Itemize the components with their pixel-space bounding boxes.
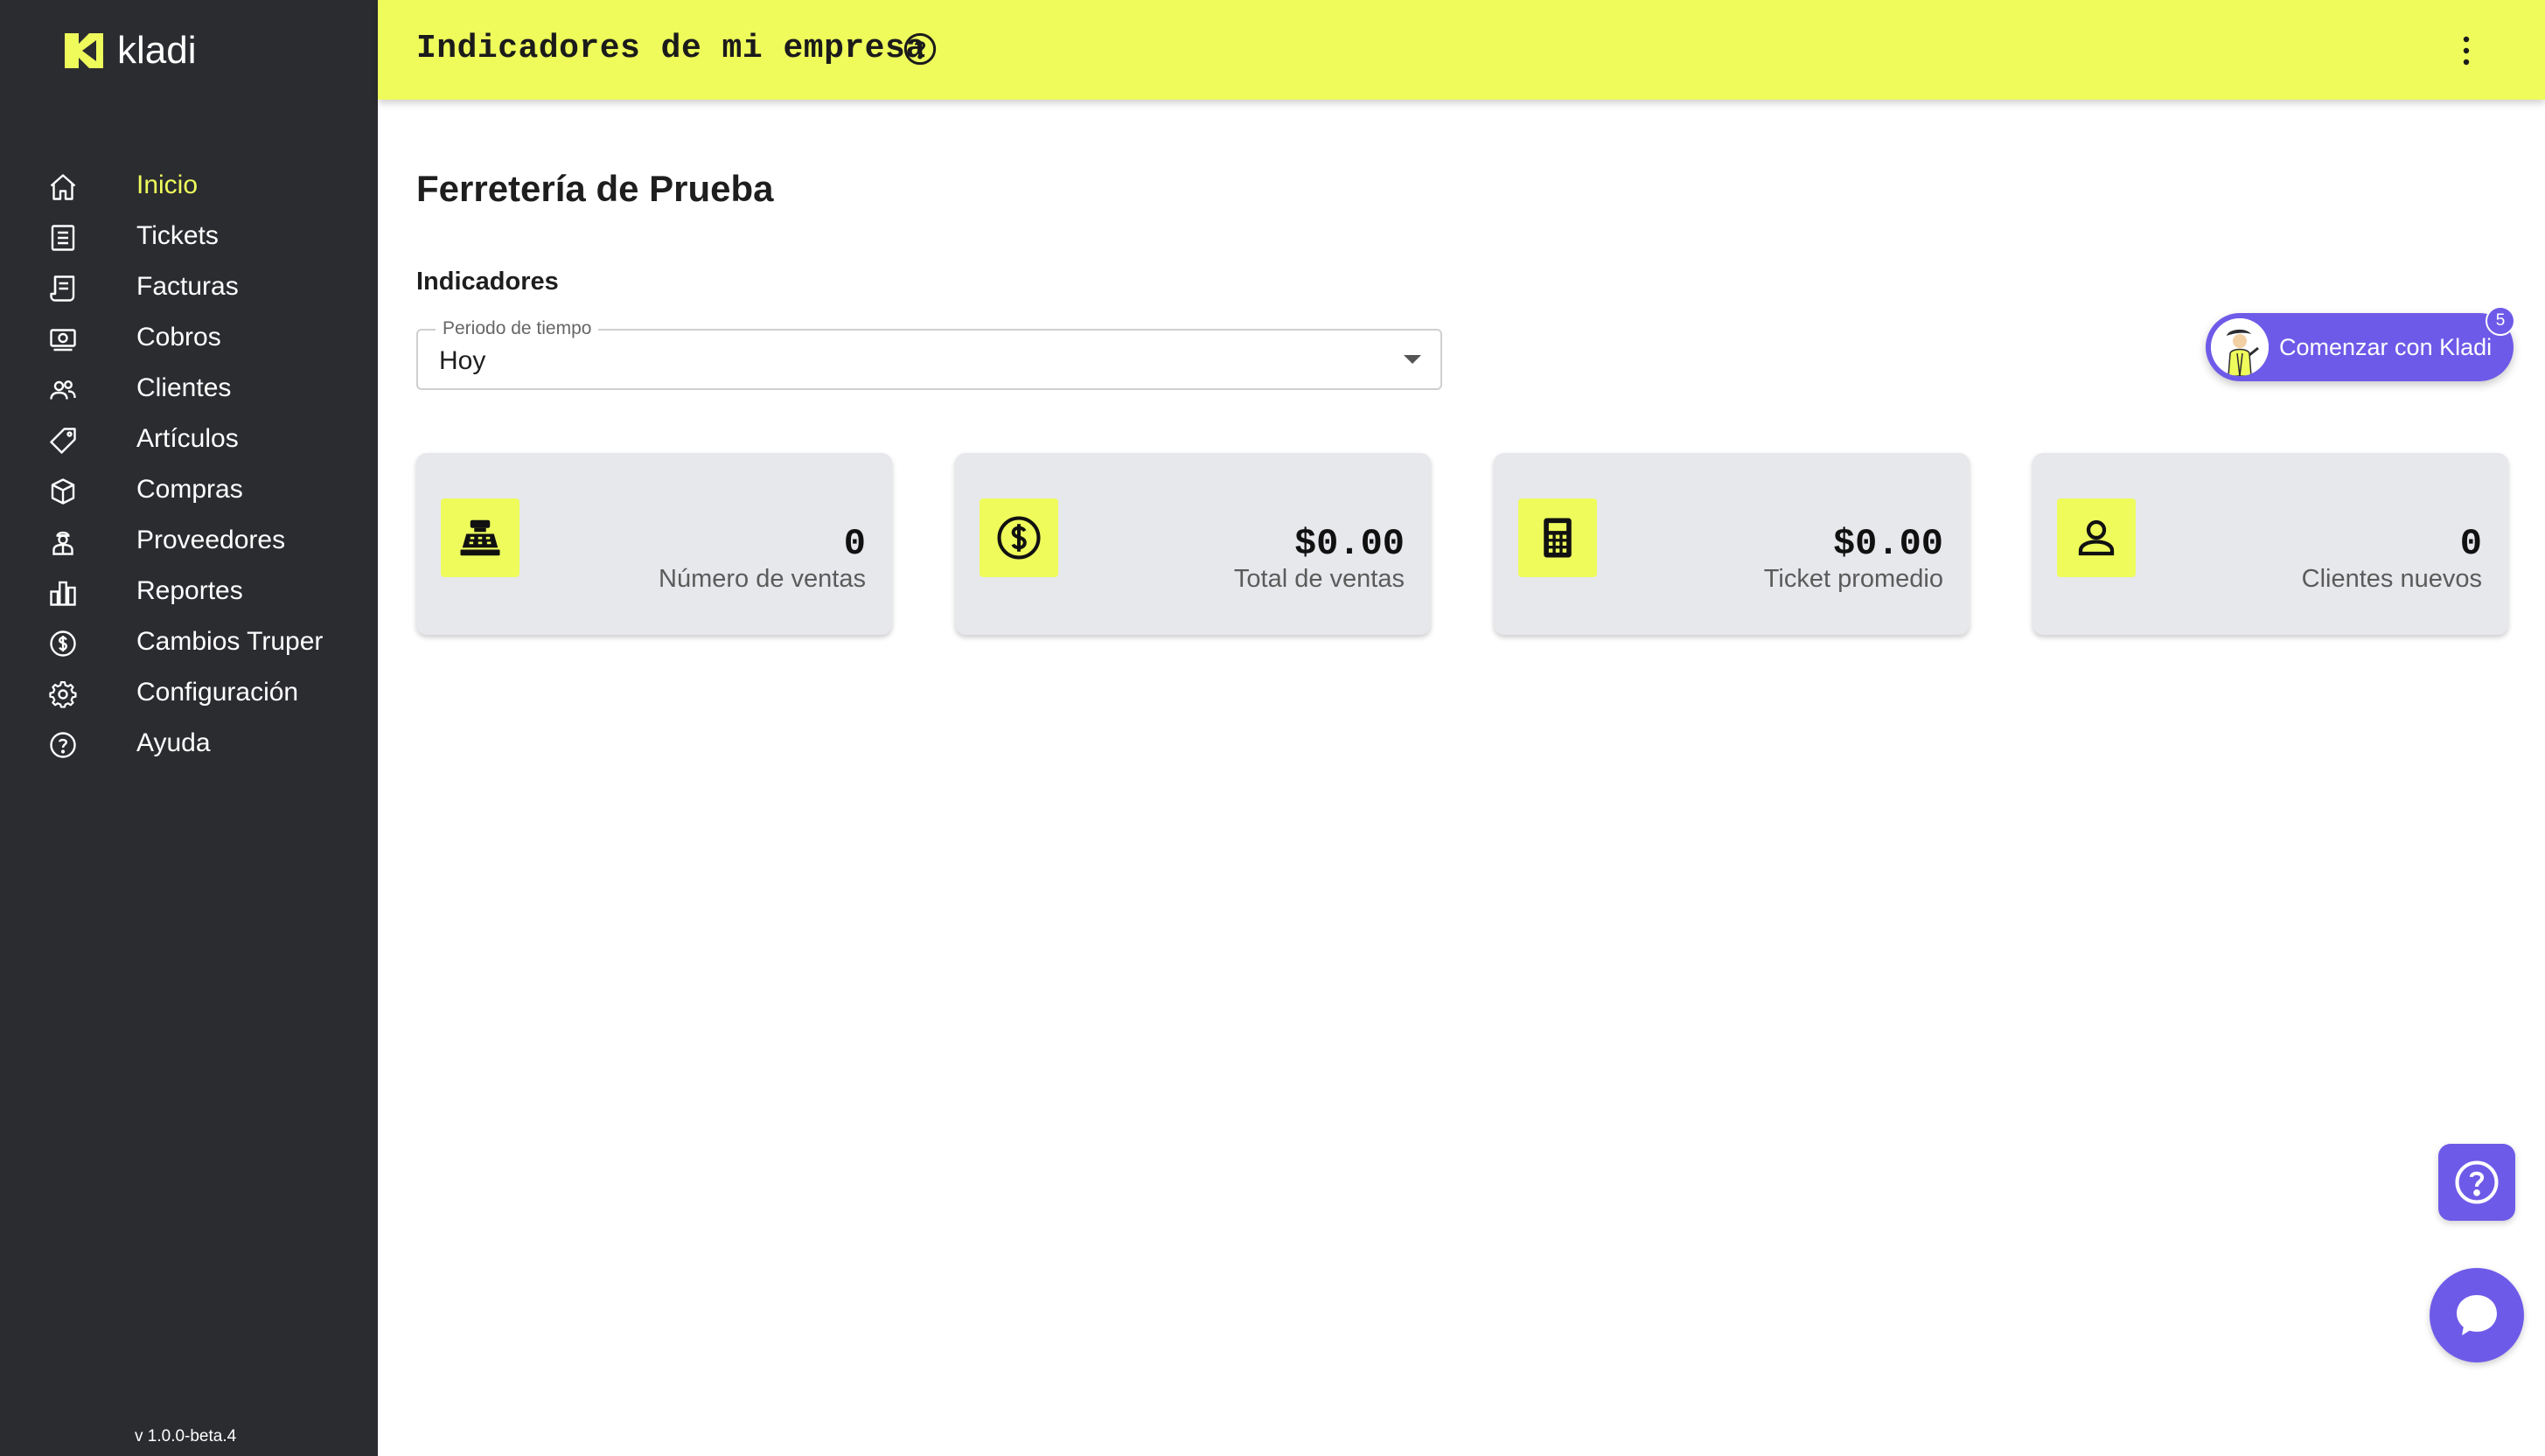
chat-button[interactable] bbox=[2430, 1268, 2524, 1362]
kpi-value: $0.00 bbox=[1293, 523, 1405, 565]
period-select[interactable]: Periodo de tiempo Hoy bbox=[416, 318, 1442, 390]
sidebar-item-label: Clientes bbox=[136, 373, 232, 402]
company-name: Ferretería de Prueba bbox=[416, 168, 774, 209]
sidebar-item-label: Proveedores bbox=[136, 526, 286, 554]
app-version: v 1.0.0-beta.4 bbox=[135, 1427, 237, 1446]
person-icon bbox=[2057, 498, 2136, 577]
caret-down-icon bbox=[1404, 355, 1421, 364]
sidebar-item-label: Compras bbox=[136, 475, 243, 504]
invoice-icon bbox=[47, 273, 79, 304]
top-bar: Indicadores de mi empresa bbox=[378, 0, 2545, 100]
bar-chart-icon bbox=[47, 577, 79, 609]
box-icon bbox=[47, 476, 79, 507]
dollar-circle-icon bbox=[980, 498, 1058, 577]
section-title: Indicadores bbox=[416, 268, 559, 296]
kpi-card-average-ticket: $0.00 Ticket promedio bbox=[1494, 453, 1970, 635]
onboarding-steps-badge: 5 bbox=[2486, 306, 2515, 336]
supplier-icon bbox=[47, 526, 79, 558]
sidebar-item-label: Tickets bbox=[136, 221, 219, 250]
help-circle-icon bbox=[47, 729, 79, 761]
sidebar-item-ayuda[interactable]: Ayuda bbox=[0, 707, 378, 780]
title-help-icon[interactable] bbox=[903, 31, 938, 66]
help-circle-icon bbox=[2455, 1160, 2499, 1204]
kpi-value: 0 bbox=[843, 523, 866, 565]
users-icon bbox=[47, 374, 79, 406]
kpi-value: $0.00 bbox=[1832, 523, 1943, 565]
app-logo[interactable]: kladi bbox=[63, 29, 197, 72]
period-select-value: Hoy bbox=[439, 346, 486, 375]
help-button[interactable] bbox=[2438, 1144, 2515, 1221]
kpi-card-sales-count: 0 Número de ventas bbox=[416, 453, 892, 635]
sidebar-item-label: Configuración bbox=[136, 678, 299, 707]
kpi-card-new-clients: 0 Clientes nuevos bbox=[2033, 453, 2508, 635]
chat-bubble-icon bbox=[2457, 1295, 2497, 1335]
page-title: Indicadores de mi empresa bbox=[416, 30, 926, 67]
sidebar-item-label: Facturas bbox=[136, 272, 239, 301]
start-with-kladi-label: Comenzar con Kladi bbox=[2279, 334, 2493, 360]
kpi-label: Ticket promedio bbox=[1763, 565, 1943, 593]
sidebar-item-label: Ayuda bbox=[136, 728, 211, 757]
mascot-avatar-icon bbox=[2211, 318, 2269, 376]
period-select-label: Periodo de tiempo bbox=[436, 318, 599, 339]
exchange-coin-icon bbox=[47, 628, 79, 659]
kpi-value: 0 bbox=[2459, 523, 2482, 565]
cash-register-icon bbox=[441, 498, 519, 577]
app-name: kladi bbox=[117, 29, 197, 72]
kpi-cards: 0 Número de ventas $0.00 Total de ventas… bbox=[416, 453, 2512, 638]
kpi-label: Total de ventas bbox=[1233, 565, 1405, 593]
sidebar-item-label: Inicio bbox=[136, 171, 199, 199]
sidebar-item-label: Cobros bbox=[136, 323, 221, 352]
kpi-card-sales-total: $0.00 Total de ventas bbox=[955, 453, 1431, 635]
receipt-list-icon bbox=[47, 222, 79, 254]
home-icon bbox=[47, 171, 79, 203]
sidebar-item-label: Cambios Truper bbox=[136, 627, 324, 656]
kpi-label: Número de ventas bbox=[659, 565, 866, 593]
cash-icon bbox=[47, 324, 79, 355]
calculator-icon bbox=[1518, 498, 1597, 577]
more-options-icon[interactable] bbox=[2456, 31, 2477, 70]
sidebar: kladi Inicio Tickets Facturas Cobros Cli… bbox=[0, 0, 378, 1456]
sidebar-item-label: Reportes bbox=[136, 576, 243, 605]
gear-icon bbox=[47, 679, 79, 710]
start-with-kladi-button[interactable]: Comenzar con Kladi bbox=[2206, 313, 2514, 381]
tag-icon bbox=[47, 425, 79, 456]
sidebar-item-label: Artículos bbox=[136, 424, 239, 453]
kladi-logo-icon bbox=[65, 33, 103, 68]
kpi-label: Clientes nuevos bbox=[2301, 565, 2482, 593]
